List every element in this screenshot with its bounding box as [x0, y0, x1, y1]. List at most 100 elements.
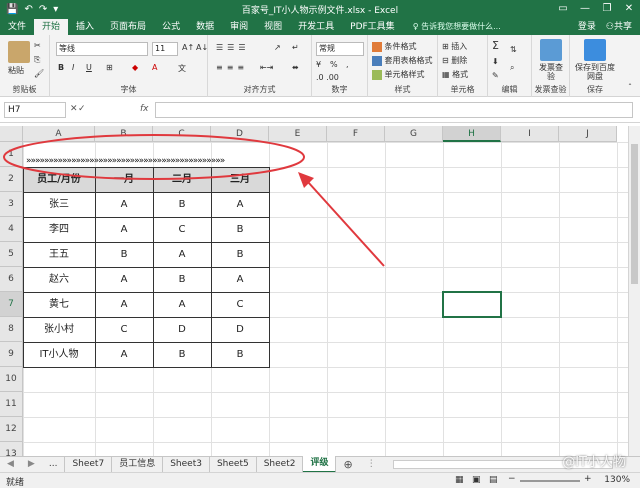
zoom-level[interactable]: 130% — [604, 475, 630, 485]
normal-view-icon[interactable]: ▦ — [455, 475, 464, 485]
restore-icon[interactable]: ❐ — [596, 0, 618, 18]
shrink-font-icon[interactable]: A↓ — [196, 43, 208, 52]
sheet-next-icon[interactable]: ▶ — [21, 457, 42, 472]
orientation-icon[interactable]: ↗ — [274, 43, 281, 52]
sheet-tab-rating[interactable]: 评级 — [303, 456, 337, 473]
bold-button[interactable]: B — [58, 63, 64, 72]
tab-data[interactable]: 数据 — [188, 19, 222, 35]
customize-icon[interactable]: ▾ — [53, 4, 58, 15]
sheet-tab-sheet5[interactable]: Sheet5 — [210, 457, 257, 472]
redo-icon[interactable]: ↷ — [39, 4, 47, 15]
title-bar: 💾 ↶ ↷ ▾ 百家号_IT小人物示例文件.xlsx - Excel ▭ — ❐… — [0, 0, 640, 18]
zoom-slider[interactable] — [520, 480, 580, 482]
close-icon[interactable]: ✕ — [618, 0, 640, 18]
paste-icon[interactable] — [8, 41, 30, 63]
sheet-more-button[interactable]: ... — [42, 457, 66, 472]
conditional-format-button[interactable]: 条件格式 — [372, 41, 417, 52]
tab-view[interactable]: 视图 — [256, 19, 290, 35]
baidu-cloud-icon[interactable] — [584, 39, 606, 61]
font-color-icon[interactable]: A — [152, 63, 157, 72]
ribbon-display-icon[interactable]: ▭ — [552, 0, 574, 18]
autosum-button[interactable]: Σ — [492, 39, 499, 52]
sheet-tab-sheet2[interactable]: Sheet2 — [257, 457, 304, 472]
undo-icon[interactable]: ↶ — [24, 4, 32, 15]
fill-icon[interactable]: ⬇ — [492, 57, 499, 66]
enter-icon[interactable]: ✓ — [78, 104, 86, 114]
cell-styles-button[interactable]: 单元格样式 — [372, 69, 425, 80]
phonetic-icon[interactable]: 文 — [178, 63, 186, 74]
format-as-table-button[interactable]: 套用表格格式 — [372, 55, 433, 66]
comma-button[interactable]: , — [346, 60, 349, 69]
tab-file[interactable]: 文件 — [0, 19, 34, 35]
merge-center-icon[interactable]: ⬌ — [292, 63, 299, 72]
vertical-align-icons[interactable]: ☰☰☰ — [216, 43, 250, 52]
add-sheet-icon[interactable]: ⊕ — [336, 457, 359, 472]
underline-button[interactable]: U — [86, 63, 92, 72]
insert-function-button[interactable]: fx — [140, 104, 149, 114]
alignment-group: ☰☰☰ ↗ ↵ ≡≡≡ ⇤⇥ ⬌ 对齐方式 — [208, 35, 312, 97]
grow-font-icon[interactable]: A↑ — [182, 43, 194, 52]
page-break-view-icon[interactable]: ▤ — [489, 475, 498, 485]
number-format-select[interactable]: 常规 — [316, 42, 364, 56]
name-box[interactable]: H7 — [4, 102, 66, 118]
cancel-icon[interactable]: ✕ — [70, 104, 78, 114]
sheet-tab-employee-info[interactable]: 员工信息 — [112, 457, 164, 472]
tab-page-layout[interactable]: 页面布局 — [102, 19, 154, 35]
fill-color-icon[interactable]: ◆ — [132, 63, 138, 72]
copy-icon[interactable]: ⎘ — [34, 55, 40, 65]
tab-insert[interactable]: 插入 — [68, 19, 102, 35]
annotation-overlay — [3, 134, 385, 267]
save-icon[interactable]: 💾 — [6, 4, 18, 15]
tab-pdf-tools[interactable]: PDF工具集 — [342, 19, 403, 35]
paste-button[interactable]: 粘贴 — [8, 65, 24, 76]
tab-developer[interactable]: 开发工具 — [290, 19, 342, 35]
sheet-prev-icon[interactable]: ◀ — [0, 457, 21, 472]
border-icon[interactable]: ⊞ — [106, 63, 113, 72]
cell-styles-icon — [372, 69, 382, 80]
tab-formulas[interactable]: 公式 — [154, 19, 188, 35]
delete-cells-button[interactable]: ⊟ 删除 — [442, 55, 467, 66]
zoom-out-icon[interactable]: − — [508, 474, 516, 484]
sheet-tab-sheet3[interactable]: Sheet3 — [163, 457, 210, 472]
find-select-icon[interactable]: ⌕ — [510, 63, 514, 73]
format-cells-button[interactable]: ▦ 格式 — [442, 69, 468, 80]
sort-filter-icon[interactable]: ⇅ — [510, 45, 517, 54]
vertical-scroll-thumb[interactable] — [631, 144, 638, 284]
share-button[interactable]: ⚇共享 — [606, 19, 632, 35]
number-label: 数字 — [331, 85, 348, 94]
sheet-tab-sheet7[interactable]: Sheet7 — [65, 457, 113, 472]
font-name-select[interactable]: 等线 — [56, 42, 148, 56]
indent-icons[interactable]: ⇤⇥ — [260, 63, 273, 72]
currency-icon[interactable]: ¥ — [316, 60, 321, 69]
insert-icon: ⊞ — [442, 42, 449, 51]
decimal-icons[interactable]: .0 .00 — [316, 73, 339, 82]
tab-split-handle-icon[interactable]: ⋮ — [360, 457, 383, 472]
zoom-in-icon[interactable]: + — [584, 474, 592, 484]
tell-me-box[interactable]: ♀ 告诉我您想要做什么... — [403, 19, 501, 35]
invoice-icon[interactable] — [540, 39, 562, 61]
horizontal-align-icons[interactable]: ≡≡≡ — [216, 63, 248, 72]
vertical-scrollbar[interactable] — [628, 126, 640, 456]
window-title: 百家号_IT小人物示例文件.xlsx - Excel — [241, 6, 399, 16]
worksheet-grid[interactable]: ABCDEFGHIJ 1 2 3 4 5 6 7 8 9 10 11 12 13 员工/月份 一月 二月 三月… — [0, 126, 628, 456]
percent-button[interactable]: % — [330, 60, 338, 69]
wrap-text-icon[interactable]: ↵ — [292, 43, 299, 52]
font-size-select[interactable]: 11 — [152, 42, 178, 56]
editing-group: Σ ⬇ ✎ ⇅ ⌕ 编辑 — [488, 35, 532, 97]
save-to-baidu-button[interactable]: 保存到百度网盘 — [572, 63, 618, 81]
login-link[interactable]: 登录 — [578, 19, 596, 35]
tab-home[interactable]: 开始 — [34, 19, 69, 35]
invoice-check-button[interactable]: 发票查验 — [536, 63, 566, 81]
formula-input[interactable] — [155, 102, 633, 118]
page-layout-view-icon[interactable]: ▣ — [472, 475, 481, 485]
cut-icon[interactable]: ✂ — [34, 41, 41, 50]
font-group: 等线 11 A↑ A↓ B I U ⊞ ◆ A 文 字体 — [50, 35, 208, 97]
italic-button[interactable]: I — [72, 63, 74, 72]
clear-icon[interactable]: ✎ — [492, 71, 499, 80]
minimize-icon[interactable]: — — [574, 0, 596, 18]
sheet-tab-bar: ◀ ▶ ... Sheet7 员工信息 Sheet3 Sheet5 Sheet2… — [0, 456, 640, 473]
collapse-ribbon-icon[interactable]: ˆ — [628, 83, 632, 92]
format-painter-icon[interactable]: 🖌 — [34, 69, 44, 78]
insert-cells-button[interactable]: ⊞ 插入 — [442, 41, 467, 52]
tab-review[interactable]: 审阅 — [222, 19, 256, 35]
